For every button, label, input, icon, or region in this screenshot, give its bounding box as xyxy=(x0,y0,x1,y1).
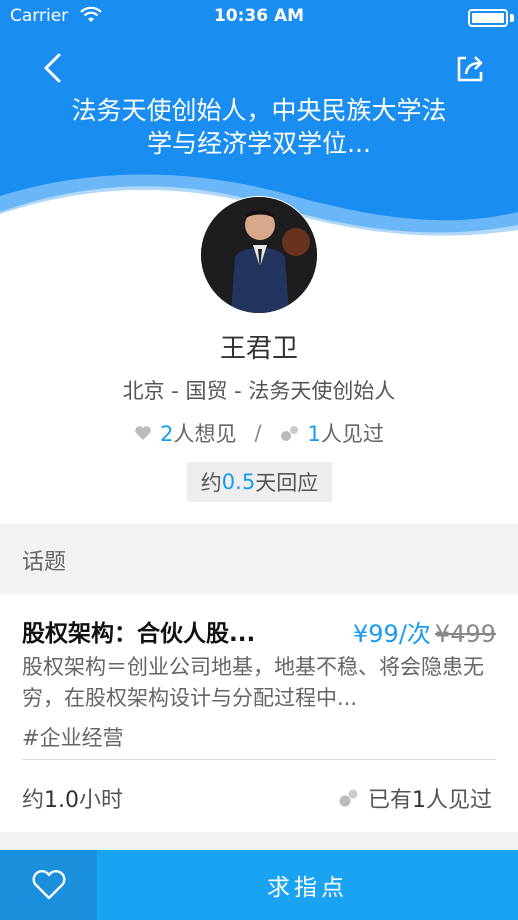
chevron-left-icon xyxy=(44,53,61,83)
met-value: 1 xyxy=(411,788,426,813)
request-guidance-button[interactable]: 求指点 xyxy=(97,850,518,920)
topic-met-count: 已有1人见过 xyxy=(338,782,492,814)
heart-icon xyxy=(135,426,151,440)
headline: 法务天使创始人，中央民族大学法学与经济学双学位... xyxy=(71,96,447,158)
share-icon xyxy=(457,56,483,82)
want-label: 人想见 xyxy=(173,422,237,446)
response-badge: 约 0.5 天回应 xyxy=(187,462,332,502)
battery-icon xyxy=(468,9,508,27)
price-current: ¥99 xyxy=(353,620,399,648)
duration-value: 1.0 xyxy=(44,788,80,813)
stats-separator: / xyxy=(254,421,262,445)
topic-duration: 约1.0小时 xyxy=(22,782,123,814)
avatar[interactable] xyxy=(200,196,318,314)
price-unit: /次 xyxy=(398,620,431,648)
met-suffix: 人见过 xyxy=(425,788,492,813)
topics-section-title: 话题 xyxy=(22,550,67,575)
back-button[interactable] xyxy=(32,48,72,88)
response-prefix: 约 xyxy=(200,471,222,495)
topics-section-header xyxy=(0,524,518,594)
met-prefix: 已有 xyxy=(367,788,412,813)
response-value: 0.5 xyxy=(221,470,256,494)
heart-outline-icon xyxy=(31,870,66,900)
topic-price: ¥99 /次 ¥499 xyxy=(353,614,496,649)
want-count: 2 xyxy=(160,422,174,446)
status-bar: Carrier 10:36 AM xyxy=(0,0,518,34)
profile-stats: 2人想见 / 1人见过 xyxy=(0,418,518,448)
met-label: 人见过 xyxy=(320,422,384,446)
section-gap xyxy=(0,832,518,850)
share-button[interactable] xyxy=(450,48,490,88)
profile-subtitle: 北京 - 国贸 - 法务天使创始人 xyxy=(122,379,396,403)
met-icon xyxy=(339,789,358,807)
topic-title: 股权架构：合伙人股... xyxy=(22,621,256,647)
profile-name: 王君卫 xyxy=(219,334,298,364)
duration-suffix: 小时 xyxy=(79,788,124,813)
status-time: 10:36 AM xyxy=(213,6,305,26)
bottom-bar: 求指点 xyxy=(0,850,518,920)
favorite-button[interactable] xyxy=(0,850,97,920)
response-suffix: 天回应 xyxy=(255,471,319,495)
topic-description: 股权架构＝创业公司地基，地基不稳、将会隐患无穷，在股权架构设计与分配过程中... xyxy=(22,655,484,710)
met-count: 1 xyxy=(307,422,321,446)
price-original: ¥499 xyxy=(434,620,496,648)
met-icon xyxy=(280,426,298,441)
duration-prefix: 约 xyxy=(22,788,45,813)
topic-divider xyxy=(22,759,496,760)
topic-tag[interactable]: #企业经营 xyxy=(22,722,124,752)
